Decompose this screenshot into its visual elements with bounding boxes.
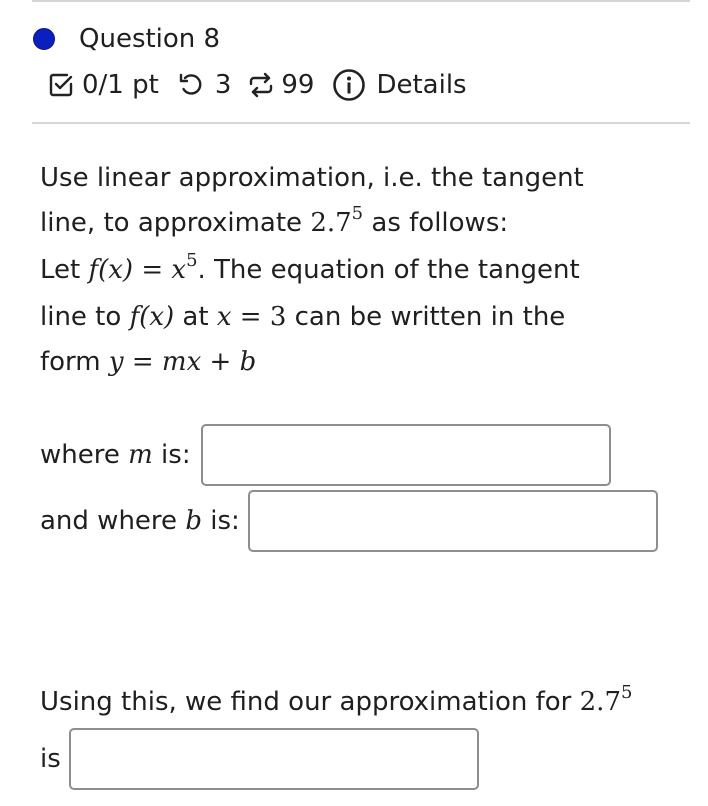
m-input[interactable]	[200, 424, 611, 486]
b-answer-row: and where b is:	[40, 490, 658, 552]
math-exponent: 5	[351, 203, 364, 224]
info-icon[interactable]	[332, 68, 366, 102]
b-label: and where b is:	[40, 506, 240, 536]
question-header: Question 8	[33, 22, 220, 56]
final-prompt: Using this, we find our approximation fo…	[40, 682, 633, 717]
question-meta: 0/1 pt 3 99 Details	[48, 66, 467, 104]
question-line-2: line, to approximate 2.75 as follows:	[40, 203, 509, 238]
b-input[interactable]	[247, 490, 658, 552]
repeat-icon	[247, 71, 275, 99]
attempts-count: 99	[281, 70, 315, 100]
undo-icon	[177, 71, 205, 99]
question-line-3: Let f(x) = x5. The equation of the tange…	[40, 250, 580, 285]
retries-count: 3	[214, 70, 232, 100]
question-line-5: form y = mx + b	[40, 347, 257, 377]
top-divider	[32, 0, 690, 2]
m-label: where m is:	[40, 440, 191, 470]
score-text: 0/1 pt	[82, 70, 159, 100]
question-title: Question 8	[79, 24, 221, 54]
final-answer-row: is	[40, 728, 479, 790]
question-line-1: Use linear approximation, i.e. the tange…	[40, 163, 584, 193]
approximation-input[interactable]	[68, 728, 479, 790]
m-answer-row: where m is:	[40, 424, 611, 486]
math-function: f(x)	[88, 255, 134, 285]
status-indicator	[33, 28, 55, 50]
final-is-label: is	[40, 744, 61, 774]
question-line-4: line to f(x) at x = 3 can be written in …	[40, 302, 566, 332]
math-base: 2.7	[310, 208, 352, 238]
question-text: Use linear approximation, i.e. the tange…	[40, 156, 680, 385]
checkbox-icon	[48, 72, 74, 98]
details-link[interactable]: Details	[376, 66, 466, 104]
header-divider	[32, 122, 690, 124]
